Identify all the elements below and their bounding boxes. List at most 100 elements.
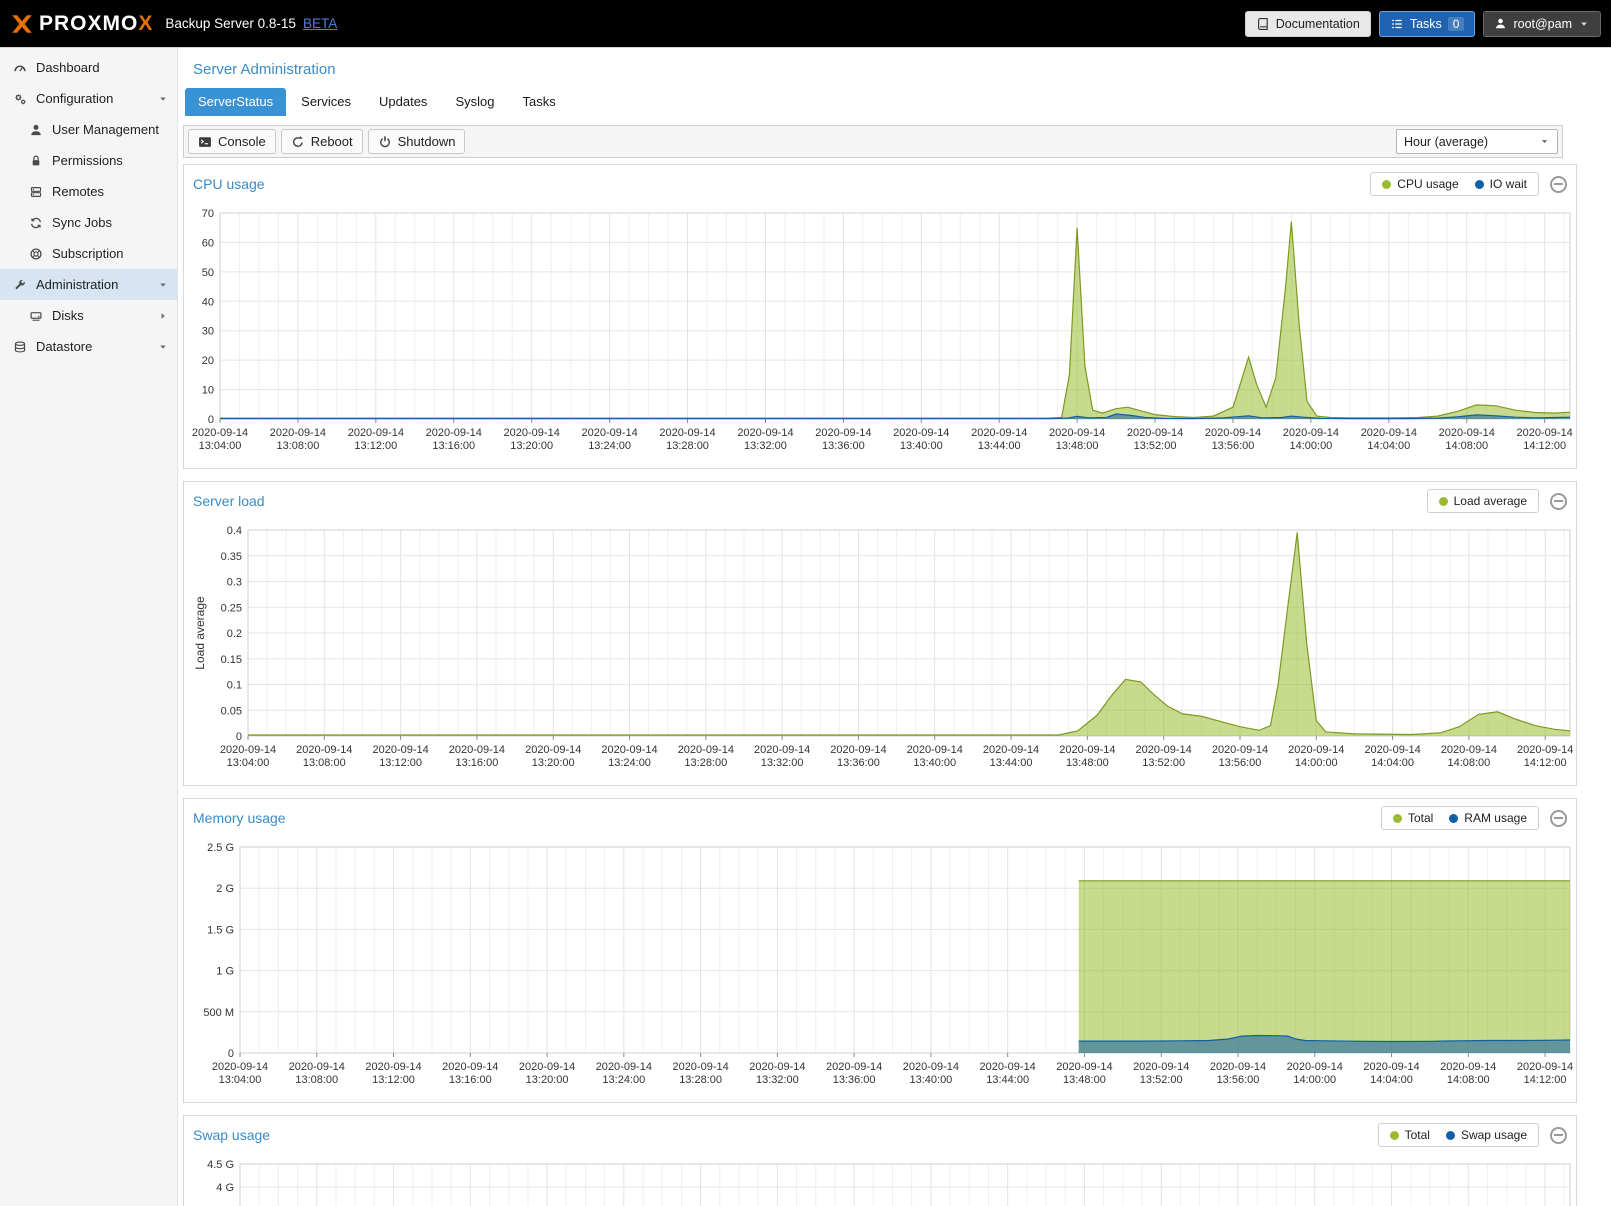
collapse-chart-button[interactable] [1550, 1127, 1567, 1144]
svg-text:20: 20 [202, 355, 214, 367]
svg-text:2020-09-14: 2020-09-14 [907, 744, 963, 756]
svg-text:13:32:00: 13:32:00 [761, 757, 804, 769]
svg-text:2020-09-14: 2020-09-14 [372, 744, 428, 756]
reboot-button[interactable]: Reboot [281, 129, 363, 154]
chart-panel-header: CPU usage CPU usageIO wait [184, 165, 1576, 201]
beta-link[interactable]: BETA [303, 16, 337, 31]
chart-legend: TotalSwap usage [1378, 1123, 1539, 1147]
collapse-chart-button[interactable] [1550, 810, 1567, 827]
legend-dot [1475, 180, 1484, 189]
disk-icon [29, 309, 43, 323]
user-icon [1494, 17, 1507, 30]
caret-down-icon[interactable] [157, 341, 169, 353]
svg-text:0.2: 0.2 [227, 628, 242, 640]
svg-text:14:00:00: 14:00:00 [1289, 440, 1332, 452]
sidebar-item-label: Administration [36, 277, 118, 292]
chart-title: CPU usage [193, 176, 265, 192]
timeframe-select[interactable]: Hour (average) [1396, 129, 1558, 154]
dashboard-icon [13, 61, 27, 75]
svg-text:10: 10 [202, 385, 214, 397]
sidebar-item-remotes[interactable]: Remotes [0, 176, 177, 207]
collapse-chart-button[interactable] [1550, 176, 1567, 193]
user-label: root@pam [1513, 17, 1572, 31]
user-menu-button[interactable]: root@pam [1483, 11, 1601, 37]
svg-text:0.05: 0.05 [221, 705, 242, 717]
shutdown-button[interactable]: Shutdown [368, 129, 466, 154]
documentation-label: Documentation [1276, 17, 1360, 31]
chart-legend: Load average [1427, 489, 1539, 513]
charts-scroll-area[interactable]: CPU usageCPU usageIO wait010203040506070… [183, 164, 1611, 1206]
svg-text:2020-09-14: 2020-09-14 [525, 744, 581, 756]
svg-text:13:56:00: 13:56:00 [1217, 1074, 1260, 1086]
svg-text:2020-09-14: 2020-09-14 [596, 1061, 652, 1073]
svg-text:2020-09-14: 2020-09-14 [903, 1061, 959, 1073]
chart-panel-header: Memory usageTotalRAM usage [184, 799, 1576, 835]
console-button[interactable]: Console [188, 129, 276, 154]
svg-text:13:04:00: 13:04:00 [199, 440, 242, 452]
caret-right-icon[interactable] [157, 310, 169, 322]
svg-text:2020-09-14: 2020-09-14 [1439, 427, 1495, 439]
console-label: Console [218, 134, 266, 149]
svg-text:13:28:00: 13:28:00 [684, 757, 727, 769]
chart-title: Memory usage [193, 810, 286, 826]
sidebar-item-administration[interactable]: Administration [0, 269, 177, 300]
collapse-chart-button[interactable] [1550, 493, 1567, 510]
chart-panel-header: Swap usageTotalSwap usage [184, 1116, 1576, 1152]
svg-text:13:36:00: 13:36:00 [822, 440, 865, 452]
chart-legend: CPU usageIO wait [1370, 172, 1539, 196]
svg-text:2020-09-14: 2020-09-14 [519, 1061, 575, 1073]
sidebar-item-disks[interactable]: Disks [0, 300, 177, 331]
svg-text:13:28:00: 13:28:00 [666, 440, 709, 452]
svg-text:14:12:00: 14:12:00 [1524, 757, 1567, 769]
chart-canvas: 0500 M1 G1.5 G2 G2.5 G3 G3.5 G4 G4.5 G20… [190, 1152, 1576, 1206]
svg-text:2020-09-14: 2020-09-14 [893, 427, 949, 439]
chart-body: 00.050.10.150.20.250.30.350.42020-09-141… [184, 518, 1576, 785]
sidebar-item-label: Datastore [36, 339, 92, 354]
legend-dot [1446, 1131, 1455, 1140]
product-version-label: Backup Server 0.8-15 [165, 16, 296, 31]
sidebar-item-sync-jobs[interactable]: Sync Jobs [0, 207, 177, 238]
sidebar-item-label: Permissions [52, 153, 123, 168]
svg-text:1 G: 1 G [216, 966, 234, 978]
svg-text:4 G: 4 G [216, 1182, 234, 1194]
tab-services[interactable]: Services [288, 88, 364, 116]
svg-text:2020-09-14: 2020-09-14 [1517, 1061, 1573, 1073]
reboot-label: Reboot [311, 134, 353, 149]
sidebar-item-label: Configuration [36, 91, 113, 106]
sidebar-item-subscription[interactable]: Subscription [0, 238, 177, 269]
svg-text:14:00:00: 14:00:00 [1293, 1074, 1336, 1086]
caret-down-icon[interactable] [157, 93, 169, 105]
svg-text:13:48:00: 13:48:00 [1066, 757, 1109, 769]
tasks-button[interactable]: Tasks 0 [1379, 11, 1476, 37]
tab-syslog[interactable]: Syslog [442, 88, 507, 116]
legend-item-total: Total [1393, 811, 1433, 825]
sidebar-item-user-management[interactable]: User Management [0, 114, 177, 145]
svg-text:0: 0 [208, 414, 214, 426]
sidebar-item-permissions[interactable]: Permissions [0, 145, 177, 176]
svg-text:14:12:00: 14:12:00 [1523, 440, 1566, 452]
svg-text:13:04:00: 13:04:00 [227, 757, 270, 769]
sidebar-item-datastore[interactable]: Datastore [0, 331, 177, 362]
sidebar-item-dashboard[interactable]: Dashboard [0, 52, 177, 83]
sidebar-item-configuration[interactable]: Configuration [0, 83, 177, 114]
page-title: Server Administration [193, 61, 1611, 78]
chart-canvas: 0102030405060702020-09-1413:04:002020-09… [190, 201, 1576, 459]
svg-text:2020-09-14: 2020-09-14 [826, 1061, 882, 1073]
documentation-button[interactable]: Documentation [1245, 11, 1371, 37]
caret-down-icon [1539, 136, 1550, 147]
svg-text:2020-09-14: 2020-09-14 [672, 1061, 728, 1073]
svg-text:40: 40 [202, 296, 214, 308]
svg-text:2020-09-14: 2020-09-14 [220, 744, 276, 756]
tab-tasks[interactable]: Tasks [509, 88, 568, 116]
svg-text:2020-09-14: 2020-09-14 [1212, 744, 1268, 756]
sync-icon [29, 216, 43, 230]
tab-updates[interactable]: Updates [366, 88, 440, 116]
tab-serverstatus[interactable]: ServerStatus [185, 88, 286, 116]
svg-text:0.25: 0.25 [221, 602, 242, 614]
brand-wordmark: PROXMOX [39, 12, 153, 36]
svg-text:2020-09-14: 2020-09-14 [659, 427, 715, 439]
svg-text:13:36:00: 13:36:00 [833, 1074, 876, 1086]
caret-down-icon[interactable] [157, 279, 169, 291]
chart-canvas: 00.050.10.150.20.250.30.350.42020-09-141… [190, 518, 1576, 776]
sidebar-item-label: User Management [52, 122, 159, 137]
